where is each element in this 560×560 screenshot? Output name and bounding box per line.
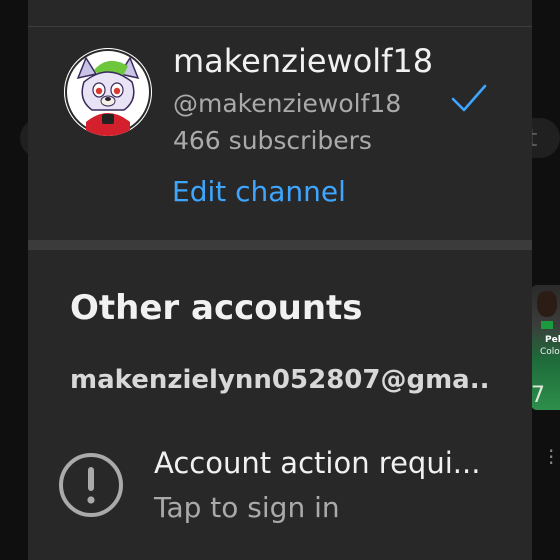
account-switcher-panel: makenziewolf18 @makenziewolf18 466 subsc…: [28, 0, 532, 560]
subscriber-count: 466 subscribers: [173, 126, 372, 155]
background-video-thumbnail: Pel Colo 7: [531, 285, 560, 410]
edit-channel-link[interactable]: Edit channel: [172, 175, 346, 208]
channel-avatar[interactable]: [64, 48, 152, 136]
tap-to-sign-in-label[interactable]: Tap to sign in: [154, 491, 340, 524]
section-divider: [28, 240, 532, 250]
checkmark-icon: [451, 84, 487, 112]
account-action-title[interactable]: Account action requi...: [154, 446, 480, 480]
alert-circle-icon: [59, 453, 123, 517]
other-accounts-heading: Other accounts: [70, 288, 363, 328]
background-more-icon: · · ·: [548, 439, 555, 475]
wolf-avatar-icon: [64, 48, 152, 136]
other-account-email[interactable]: makenzielynn052807@gma...: [70, 365, 490, 395]
channel-name: makenziewolf18: [173, 42, 434, 80]
channel-handle: @makenziewolf18: [173, 89, 402, 118]
divider: [28, 26, 532, 27]
